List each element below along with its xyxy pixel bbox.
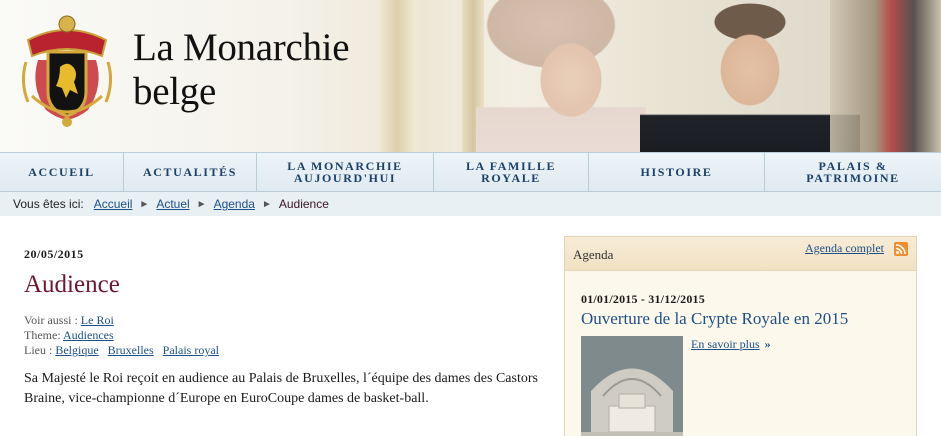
place-link-belgique[interactable]: Belgique [55, 343, 98, 357]
theme-row: Theme: Audiences [24, 328, 544, 343]
breadcrumb-link-agenda[interactable]: Agenda [214, 197, 255, 211]
chevron-right-icon: ► [139, 198, 150, 210]
agenda-full-link[interactable]: Agenda complet [805, 241, 884, 256]
nav-item-monarchie-aujourdhui[interactable]: LA MONARCHIE AUJOURD'HUI [257, 153, 434, 191]
see-also-row: Voir aussi : Le Roi [24, 313, 544, 328]
double-chevron-right-icon: » [764, 337, 771, 351]
nav-item-label: PATRIMOINE [806, 171, 900, 185]
event-more-label: En savoir plus [691, 337, 760, 351]
header-banner: La Monarchie belge [0, 0, 941, 152]
place-link-bruxelles[interactable]: Bruxelles [108, 343, 154, 357]
see-also-link[interactable]: Le Roi [81, 313, 114, 327]
banner-photo-queen [476, 0, 646, 152]
site-title[interactable]: La Monarchie belge [133, 26, 350, 114]
see-also-label: Voir aussi : [24, 313, 78, 327]
event-date: 01/01/2015 - 31/12/2015 [581, 292, 705, 306]
place-link-palais-royal[interactable]: Palais royal [163, 343, 219, 357]
event-more-link[interactable]: En savoir plus » [691, 337, 771, 352]
nav-item-label: ACTUALITÉS [142, 165, 238, 179]
event-image[interactable] [581, 336, 683, 436]
theme-link[interactable]: Audiences [63, 328, 114, 342]
place-row: Lieu : Belgique Bruxelles Palais royal [24, 343, 544, 358]
banner-pillar [380, 0, 414, 152]
breadcrumb-link-actuel[interactable]: Actuel [156, 197, 189, 211]
banner-portrait [830, 0, 941, 152]
agenda-title: Agenda [573, 246, 614, 262]
nav-item-label: ROYALE [481, 171, 541, 185]
breadcrumb-label: Vous êtes ici: [13, 197, 84, 211]
nav-item-palais-patrimoine[interactable]: PALAIS & PATRIMOINE [765, 153, 941, 191]
nav-item-label: HISTOIRE [640, 165, 713, 179]
event-title[interactable]: Ouverture de la Crypte Royale en 2015 [581, 309, 916, 329]
nav-item-label: AUJOURD'HUI [293, 171, 397, 185]
site-title-line2: belge [133, 70, 216, 113]
breadcrumb: Vous êtes ici: Accueil ► Actuel ► Agenda… [0, 192, 941, 216]
article: 20/05/2015 Audience Voir aussi : Le Roi … [24, 240, 544, 409]
article-meta: Voir aussi : Le Roi Theme: Audiences Lie… [24, 313, 544, 358]
chevron-right-icon: ► [261, 198, 272, 210]
article-date: 20/05/2015 [24, 247, 84, 261]
nav-item-actualites[interactable]: ACTUALITÉS [124, 153, 257, 191]
banner-photo-king [640, 0, 860, 152]
nav-item-label: ACCUEIL [28, 165, 95, 179]
nav-item-histoire[interactable]: HISTOIRE [589, 153, 765, 191]
agenda-header: Agenda Agenda complet [565, 237, 916, 271]
rss-icon[interactable] [894, 241, 908, 256]
breadcrumb-current: Audience [278, 197, 329, 211]
nav-item-accueil[interactable]: ACCUEIL [0, 153, 124, 191]
article-title: Audience [24, 271, 120, 298]
agenda-header-links: Agenda complet [805, 241, 908, 256]
nav-item-famille-royale[interactable]: LA FAMILLE ROYALE [434, 153, 589, 191]
article-body: Sa Majesté le Roi reçoit en audience au … [24, 371, 538, 406]
crest-icon[interactable] [18, 12, 116, 130]
main-nav: ACCUEIL ACTUALITÉS LA MONARCHIE AUJOURD'… [0, 152, 941, 192]
chevron-right-icon: ► [196, 198, 207, 210]
agenda-box: Agenda Agenda complet 01/01/2015 - 31/12… [564, 236, 917, 436]
site-title-line1: La Monarchie [133, 26, 350, 69]
theme-label: Theme: [24, 328, 61, 342]
breadcrumb-link-accueil[interactable]: Accueil [94, 197, 133, 211]
place-label: Lieu : [24, 343, 53, 357]
